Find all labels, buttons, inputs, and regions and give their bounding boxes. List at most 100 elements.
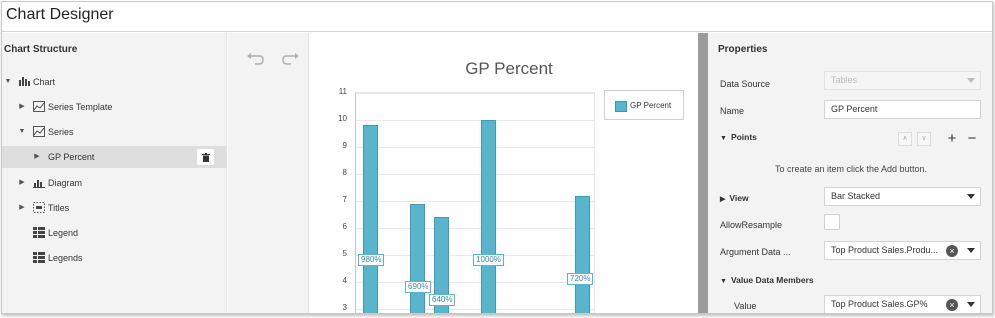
points-label-text: Points xyxy=(730,132,757,142)
y-tick-label: 10 xyxy=(338,114,347,123)
y-tick-label: 3 xyxy=(342,303,347,312)
name-input[interactable]: GP Percent xyxy=(824,100,981,119)
legend-icon xyxy=(33,227,45,238)
argument-data-value: Top Product Sales.Produ... xyxy=(831,245,939,255)
titles-icon xyxy=(33,202,45,213)
panel-separator[interactable] xyxy=(698,33,708,313)
window-title: Chart Designer xyxy=(6,6,114,23)
legends-icon xyxy=(33,252,45,263)
y-tick-label: 8 xyxy=(342,168,347,177)
data-source-label: Data Source xyxy=(720,79,771,89)
tree-item-label: GP Percent xyxy=(48,152,95,162)
tree-item-chart[interactable]: ▼ Chart xyxy=(2,71,226,93)
clear-icon[interactable]: × xyxy=(946,299,958,311)
gridline xyxy=(356,120,594,121)
y-tick-label: 6 xyxy=(342,222,347,231)
series-template-icon xyxy=(33,101,45,112)
move-up-button[interactable]: ∧ xyxy=(898,132,912,146)
data-label: 980% xyxy=(358,254,385,267)
points-label[interactable]: ▼ Points xyxy=(720,132,757,142)
legend-swatch xyxy=(615,101,627,112)
data-label: 690% xyxy=(405,281,432,294)
tree-item-titles[interactable]: ▶ Titles xyxy=(2,197,226,219)
collapse-arrow-icon[interactable]: ▼ xyxy=(4,78,12,86)
bar[interactable] xyxy=(410,203,425,313)
gridline xyxy=(356,174,594,175)
tree-item-diagram[interactable]: ▶ Diagram xyxy=(2,172,226,194)
collapse-arrow-icon: ▼ xyxy=(720,135,727,142)
chevron-down-icon xyxy=(967,194,975,199)
allow-resample-checkbox[interactable] xyxy=(824,214,840,230)
tree-item-legend[interactable]: Legend xyxy=(2,222,226,244)
title-bar: Chart Designer xyxy=(2,2,992,32)
expand-arrow-icon[interactable]: ▶ xyxy=(18,103,26,111)
tree-item-label: Series xyxy=(48,127,74,137)
undo-icon[interactable] xyxy=(246,51,264,65)
value-value: Top Product Sales.GP% xyxy=(831,299,928,309)
view-label[interactable]: ▶ View xyxy=(720,193,749,203)
data-source-placeholder: Tables xyxy=(831,75,858,85)
bar[interactable] xyxy=(575,195,590,313)
value-select[interactable]: Top Product Sales.GP% × xyxy=(824,295,981,313)
gridline xyxy=(356,228,594,229)
expand-arrow-icon[interactable]: ▶ xyxy=(18,204,26,212)
series-icon xyxy=(33,126,45,137)
view-label-text: View xyxy=(729,193,749,203)
data-label: 1000% xyxy=(473,254,504,267)
chart-legend: GP Percent xyxy=(604,90,684,120)
properties-panel: Properties Data Source Tables Name GP Pe… xyxy=(708,33,992,313)
tree-item-label: Legends xyxy=(48,253,83,263)
argument-data-label: Argument Data ... xyxy=(720,247,791,257)
gridline xyxy=(356,309,594,310)
y-tick-label: 11 xyxy=(338,87,347,96)
collapse-arrow-icon[interactable]: ▼ xyxy=(18,128,26,136)
points-hint: To create an item click the Add button. xyxy=(774,164,928,174)
y-tick-label: 5 xyxy=(342,249,347,258)
delete-button[interactable] xyxy=(197,149,214,165)
y-tick-label: 9 xyxy=(342,141,347,150)
chevron-down-icon xyxy=(967,248,975,253)
chevron-down-icon xyxy=(967,302,975,307)
view-value: Bar Stacked xyxy=(831,191,881,201)
allow-resample-label: AllowResample xyxy=(720,220,783,230)
chart-title: GP Percent xyxy=(465,59,553,78)
gridline xyxy=(356,282,594,283)
expand-arrow-icon: ▶ xyxy=(720,196,726,203)
tree-item-label: Chart xyxy=(33,77,56,87)
view-select[interactable]: Bar Stacked xyxy=(824,187,981,206)
bar[interactable] xyxy=(481,120,496,313)
chart-structure-title: Chart Structure xyxy=(4,44,78,55)
collapse-arrow-icon: ▼ xyxy=(720,278,727,285)
remove-button[interactable]: − xyxy=(964,131,980,147)
chart-designer-window: Chart Designer Chart Structure ▼ Chart ▶… xyxy=(1,1,993,314)
redo-icon[interactable] xyxy=(282,51,300,65)
chart-structure-panel: Chart Structure ▼ Chart ▶ Series Templat… xyxy=(2,33,227,313)
properties-title: Properties xyxy=(718,44,768,55)
chart-icon xyxy=(19,77,30,86)
clear-icon[interactable]: × xyxy=(946,245,958,257)
gridline xyxy=(356,201,594,202)
value-data-members-text: Value Data Members xyxy=(730,275,814,285)
tree-item-series[interactable]: ▼ Series xyxy=(2,121,226,143)
argument-data-select[interactable]: Top Product Sales.Produ... × xyxy=(824,241,981,260)
move-down-button[interactable]: ∨ xyxy=(917,132,931,146)
tree-item-label: Titles xyxy=(48,203,70,213)
add-button[interactable]: + xyxy=(944,131,960,147)
plot-area: 980% 690% 640% 1000% 720% xyxy=(355,92,595,313)
chevron-down-icon xyxy=(967,78,975,83)
tree-item-label: Diagram xyxy=(48,178,83,188)
bar[interactable] xyxy=(363,125,378,313)
legend-entry: GP Percent xyxy=(630,101,672,110)
tree-item-label: Legend xyxy=(48,228,79,238)
tree-item-legends[interactable]: Legends xyxy=(2,247,226,269)
gridline xyxy=(356,93,594,94)
data-source-select[interactable]: Tables xyxy=(824,71,981,90)
expand-arrow-icon[interactable]: ▶ xyxy=(33,153,41,161)
tree-item-gp-percent[interactable]: ▶ GP Percent xyxy=(2,146,226,168)
expand-arrow-icon[interactable]: ▶ xyxy=(18,179,26,187)
data-label: 640% xyxy=(429,293,456,306)
y-tick-label: 4 xyxy=(342,276,347,285)
tree-item-series-template[interactable]: ▶ Series Template xyxy=(2,96,226,118)
value-data-members-label[interactable]: ▼ Value Data Members xyxy=(720,275,814,285)
value-label: Value xyxy=(734,301,757,311)
